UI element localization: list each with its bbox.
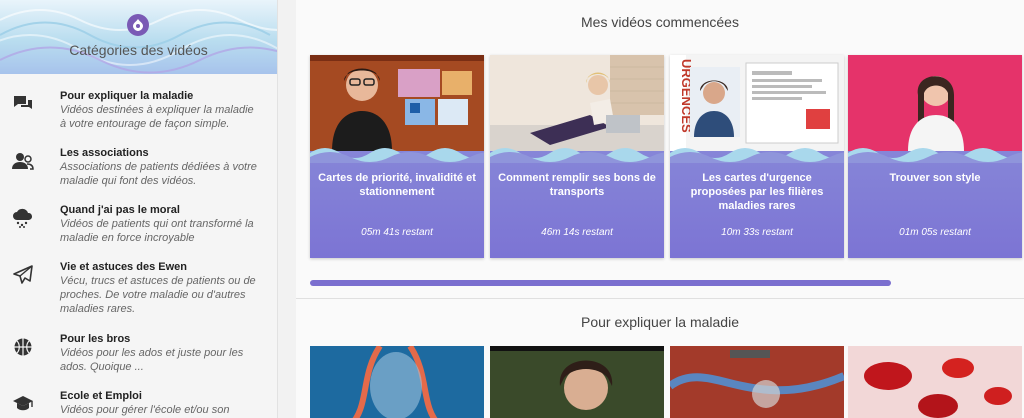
video-remaining-time: 05m 41s restant bbox=[361, 227, 433, 238]
card-wave-decoration bbox=[310, 148, 484, 163]
graduation-cap-icon bbox=[11, 392, 35, 416]
category-title: Pour expliquer la maladie bbox=[60, 90, 194, 102]
video-card[interactable] bbox=[670, 346, 844, 418]
category-description: Vidéos pour les ados et juste pour les a… bbox=[60, 347, 244, 373]
category-sidebar: Catégories des vidéos Pour expliquer la … bbox=[0, 0, 278, 418]
video-card[interactable] bbox=[490, 346, 664, 418]
category-item-moral[interactable]: Quand j'ai pas le moral Vidéos de patien… bbox=[0, 188, 277, 245]
video-thumbnail bbox=[848, 346, 1022, 418]
video-remaining-time: 46m 14s restant bbox=[541, 227, 613, 238]
sidebar-header: Catégories des vidéos bbox=[0, 0, 277, 74]
category-description: Associations de patients dédiées à votre… bbox=[60, 161, 257, 187]
video-card[interactable] bbox=[310, 346, 484, 418]
started-videos-heading: Mes vidéos commencées bbox=[581, 14, 739, 30]
card-wave-decoration bbox=[848, 148, 1022, 163]
sidebar-title: Catégories des vidéos bbox=[69, 42, 208, 58]
video-thumbnail: URGENCES bbox=[670, 55, 844, 151]
category-item-associations[interactable]: Les associations Associations de patient… bbox=[0, 131, 277, 188]
category-description: Vidéos destinées à expliquer la maladie … bbox=[60, 104, 254, 130]
category-item-ewen[interactable]: Vie et astuces des Ewen Vécu, trucs et a… bbox=[0, 245, 277, 317]
users-icon bbox=[11, 149, 35, 173]
video-title: Les cartes d'urgence proposées par les f… bbox=[690, 172, 824, 212]
video-title: Cartes de priorité, invalidité et statio… bbox=[318, 172, 476, 198]
category-list: Pour expliquer la maladie Vidéos destiné… bbox=[0, 74, 277, 418]
card-wave-decoration bbox=[670, 148, 844, 163]
video-card[interactable]: Cartes de priorité, invalidité et statio… bbox=[310, 55, 484, 258]
basketball-icon bbox=[11, 335, 35, 359]
header-waves-decoration bbox=[0, 9, 277, 74]
video-card[interactable]: Comment remplir ses bons de transports 4… bbox=[490, 55, 664, 258]
category-description: Vidéos pour gérer l'école et/ou son bbox=[60, 404, 230, 416]
category-description: Vécu, trucs et astuces de patients ou de… bbox=[60, 275, 256, 315]
section-divider bbox=[296, 298, 1024, 299]
category-title: Quand j'ai pas le moral bbox=[60, 204, 180, 216]
category-title: Pour les bros bbox=[60, 333, 131, 345]
card-wave-decoration bbox=[490, 148, 664, 163]
video-thumbnail bbox=[310, 55, 484, 151]
category-item-school-work[interactable]: Ecole et Emploi Vidéos pour gérer l'écol… bbox=[0, 374, 277, 418]
chat-icon bbox=[11, 92, 35, 116]
explain-section-heading: Pour expliquer la maladie bbox=[581, 314, 739, 330]
video-thumbnail bbox=[490, 55, 664, 151]
category-item-bros[interactable]: Pour les bros Vidéos pour les ados et ju… bbox=[0, 317, 277, 374]
category-item-explain[interactable]: Pour expliquer la maladie Vidéos destiné… bbox=[0, 74, 277, 131]
video-card[interactable]: URGENCES Les cartes d'urgence proposées … bbox=[670, 55, 844, 258]
video-thumbnail bbox=[670, 346, 844, 418]
video-thumbnail bbox=[848, 55, 1022, 151]
video-title: Comment remplir ses bons de transports bbox=[498, 172, 656, 198]
video-remaining-time: 01m 05s restant bbox=[899, 227, 971, 238]
category-title: Les associations bbox=[60, 147, 149, 159]
video-thumbnail bbox=[490, 346, 664, 418]
video-card[interactable]: Trouver son style 01m 05s restant bbox=[848, 55, 1022, 258]
video-title: Trouver son style bbox=[889, 172, 981, 184]
storm-cloud-icon bbox=[11, 206, 35, 230]
video-thumbnail bbox=[310, 346, 484, 418]
app-logo-icon bbox=[127, 14, 149, 36]
video-remaining-time: 10m 33s restant bbox=[721, 227, 793, 238]
video-card[interactable] bbox=[848, 346, 1022, 418]
paper-plane-icon bbox=[11, 263, 35, 287]
category-description: Vidéos de patients qui ont transformé la… bbox=[60, 218, 254, 244]
carousel-scrollbar[interactable] bbox=[310, 280, 891, 286]
category-title: Ecole et Emploi bbox=[60, 390, 142, 402]
main-content: Mes vidéos commencées Cartes de priorité… bbox=[296, 0, 1024, 418]
category-title: Vie et astuces des Ewen bbox=[60, 261, 187, 273]
